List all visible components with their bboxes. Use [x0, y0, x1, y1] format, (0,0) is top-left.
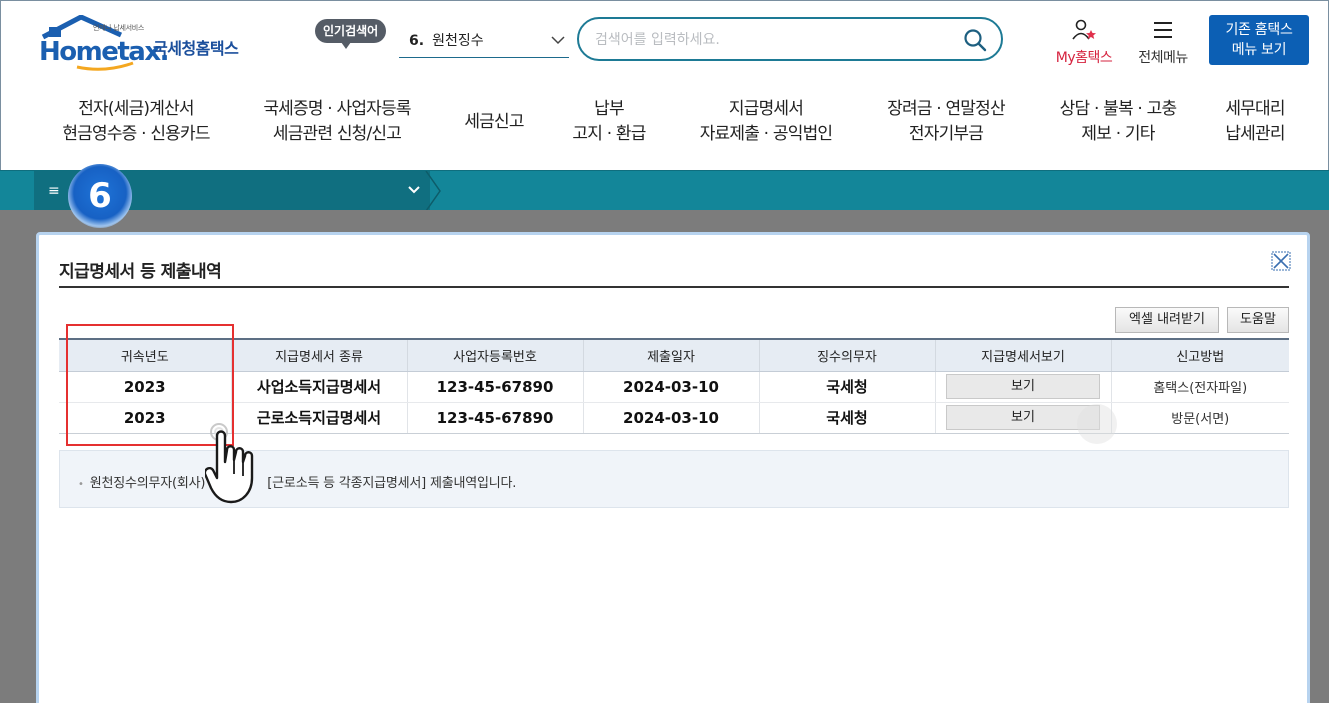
gnb-item-tax-return[interactable]: 세금신고 — [447, 110, 541, 135]
search-box — [577, 17, 1003, 61]
popular-search-badge: 인기검색어 — [315, 19, 387, 49]
user-star-icon — [1072, 19, 1096, 40]
col-header: 지급명세서보기 — [934, 338, 1111, 372]
legacy-line2: 메뉴 보기 — [1231, 42, 1287, 58]
gnb-item-invoice[interactable]: 전자(세금)계산서현금영수증 · 신용카드 — [51, 97, 221, 147]
hamburger-icon — [1154, 22, 1172, 38]
excel-download-button[interactable]: 엑셀 내려받기 — [1115, 307, 1219, 333]
search-input[interactable] — [595, 29, 955, 51]
gnb-item-payment-statement[interactable]: 지급명세서자료제출 · 공익법인 — [687, 97, 845, 147]
all-menu-label: 전체메뉴 — [1138, 50, 1188, 66]
all-menu-button[interactable]: 전체메뉴 — [1131, 19, 1195, 67]
popular-search-select[interactable]: 6. 원천징수 — [399, 27, 569, 58]
gnb-line2: 납세관리 — [1225, 124, 1285, 144]
gnb-item-incentive[interactable]: 장려금 · 연말정산전자기부금 — [871, 97, 1021, 147]
cell-date: 2024-03-10 — [582, 371, 759, 403]
gnb-item-certificate[interactable]: 국세증명 · 사업자등록세금관련 신청/신고 — [249, 97, 425, 147]
legacy-line1: 기존 홈택스 — [1225, 22, 1293, 38]
gnb-line1: 지급명세서 — [728, 99, 804, 119]
gnb-item-consulting[interactable]: 상담 · 불복 · 고충제보 · 기타 — [1043, 97, 1193, 147]
gnb-item-payment[interactable]: 납부고지 · 환급 — [559, 97, 659, 147]
col-header: 제출일자 — [582, 338, 759, 372]
logo-swoosh-icon — [76, 61, 134, 71]
gnb-line1: 국세증명 · 사업자등록 — [263, 99, 411, 119]
cell-method: 홈택스(전자파일) — [1110, 371, 1289, 403]
cell-brn: 123-45-67890 — [406, 402, 583, 434]
breadcrumb-separator-icon — [425, 171, 441, 211]
pointer-hand-icon — [205, 423, 254, 504]
logo-tagline: 언제나 납세서비스 — [93, 24, 145, 32]
gnb-line2: 전자기부금 — [908, 124, 984, 144]
chevron-down-icon — [551, 36, 565, 45]
table-header-row: 귀속년도 지급명세서 종류 사업자등록번호 제출일자 징수의무자 지급명세서보기… — [59, 338, 1289, 372]
logo-korean-name: 국세청홈택스 — [153, 39, 239, 58]
gnb-line2: 세금관련 신청/신고 — [272, 124, 402, 144]
gnb-line2: 현금영수증 · 신용카드 — [62, 124, 210, 144]
gnb-line1: 장려금 · 연말정산 — [887, 99, 1006, 119]
modal-title: 지급명세서 등 제출내역 — [59, 262, 222, 282]
cell-method: 방문(서면) — [1110, 402, 1289, 434]
legacy-hometax-button[interactable]: 기존 홈택스 메뉴 보기 — [1209, 15, 1309, 65]
gnb-line1: 상담 · 불복 · 고충 — [1059, 99, 1177, 119]
info-note-text: • 원천징수의무자(회사) [근로소득 등 각종지급명세서] 제출내역입니다. — [78, 472, 516, 491]
cell-view: 보기 — [934, 371, 1111, 403]
gnb-line2: 제보 · 기타 — [1081, 124, 1155, 144]
close-icon[interactable] — [1271, 251, 1291, 271]
click-ripple — [1077, 404, 1117, 444]
col-header: 지급명세서 종류 — [230, 338, 407, 372]
col-header: 사업자등록번호 — [406, 338, 583, 372]
menu-list-icon: ≡ — [48, 183, 60, 199]
cell-brn: 123-45-67890 — [406, 371, 583, 403]
title-divider — [59, 286, 1289, 288]
gnb-item-agent[interactable]: 세무대리납세관리 — [1211, 97, 1299, 147]
cell-type: 사업소득지급명세서 — [230, 371, 407, 403]
col-header: 신고방법 — [1110, 338, 1289, 372]
help-button[interactable]: 도움말 — [1227, 307, 1289, 333]
cell-payer: 국세청 — [758, 371, 935, 403]
bullet-icon: • — [78, 479, 84, 490]
note-left: 원천징수의무자(회사) — [89, 476, 206, 491]
gnb-line1: 세금신고 — [464, 112, 524, 132]
col-header: 징수의무자 — [758, 338, 935, 372]
popular-rank: 6. — [409, 33, 425, 49]
note-right: [근로소득 등 각종지급명세서] 제출내역입니다. — [267, 476, 517, 491]
cell-date: 2024-03-10 — [582, 402, 759, 434]
location-bar: ≡ — [0, 170, 1329, 211]
gnb-line1: 납부 — [594, 99, 624, 119]
view-statement-button[interactable]: 보기 — [946, 374, 1100, 399]
gnb-line2: 고지 · 환급 — [572, 124, 646, 144]
popular-keyword: 원천징수 — [432, 33, 484, 49]
my-hometax-label: My홈택스 — [1055, 50, 1113, 66]
step-number-badge: 6 — [68, 164, 132, 228]
global-nav: 전자(세금)계산서현금영수증 · 신용카드 국세증명 · 사업자등록세금관련 신… — [29, 97, 1309, 157]
gnb-line1: 전자(세금)계산서 — [78, 99, 194, 119]
site-header: 언제나 납세서비스 Hometax. 국세청홈택스 인기검색어 6. 원천징수 M… — [0, 0, 1329, 170]
chevron-down-icon — [408, 186, 420, 194]
search-icon[interactable] — [963, 28, 987, 52]
cell-payer: 국세청 — [758, 402, 935, 434]
my-hometax-link[interactable]: My홈택스 — [1047, 19, 1121, 67]
table-row: 2023 사업소득지급명세서 123-45-67890 2024-03-10 국… — [59, 371, 1289, 403]
gnb-line1: 세무대리 — [1225, 99, 1285, 119]
hometax-logo[interactable]: 언제나 납세서비스 Hometax. 국세청홈택스 — [35, 15, 255, 71]
gnb-line2: 자료제출 · 공익법인 — [699, 124, 833, 144]
